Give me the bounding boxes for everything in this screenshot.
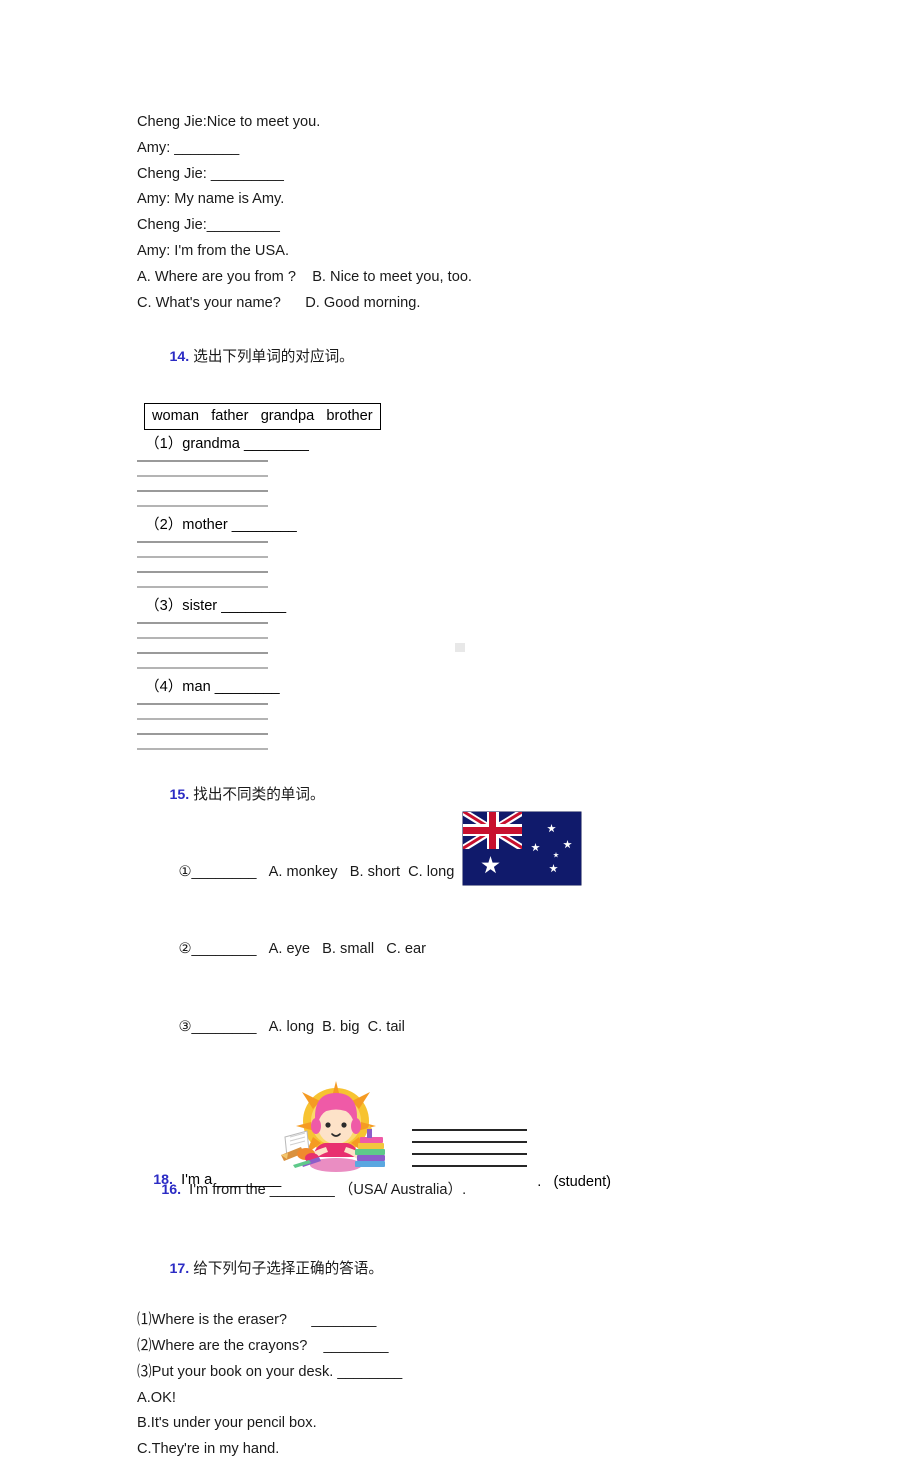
question-14-number: 14. (169, 349, 190, 366)
item-blank: ________ (191, 1018, 257, 1035)
southern-cross-star-gamma (563, 840, 572, 849)
question-17-item: ⑶Put your book on your desk. ________ (137, 1363, 403, 1380)
question-14-prompt: 选出下列单词的对应词。 (193, 348, 354, 366)
question-17-prompt: 给下列句子选择正确的答语。 (193, 1259, 383, 1277)
answer-rule (137, 747, 268, 750)
question-14-item-label: （4）man ________ (145, 678, 280, 695)
question-15-item: ③________ A. long B. big C. tail (137, 989, 857, 1066)
answer-rule (137, 732, 268, 735)
question-15: 15. 找出不同类的单词。 ①________ A. monkey B. sho… (137, 756, 857, 1067)
answer-rule (137, 540, 268, 543)
question-17-heading: 17. 给下列句子选择正确的答语。 (137, 1230, 857, 1308)
question-15-prompt: 找出不同类的单词。 (193, 785, 325, 803)
question-17-answer: B.It's under your pencil box. (137, 1415, 317, 1432)
item-options: A. long B. big C. tail (268, 1018, 405, 1035)
dialogue-line: Cheng Jie: _________ (137, 165, 284, 182)
answer-rule-group (137, 540, 268, 588)
answer-rule-group (137, 459, 268, 507)
southern-cross-star-epsilon (553, 852, 559, 858)
question-17: 17. 给下列句子选择正确的答语。 ⑴Where is the eraser? … (137, 1230, 857, 1463)
item-marker: ① (178, 863, 192, 880)
write-line (412, 1153, 527, 1155)
item-marker: ③ (178, 1018, 192, 1035)
answer-rule-group (137, 621, 268, 669)
question-14: 14. 选出下列单词的对应词。 woman father grandpa bro… (137, 318, 857, 750)
dialogue-line: Cheng Jie:Nice to meet you. (137, 114, 321, 130)
answer-rule-group (137, 702, 268, 750)
question-18: 18. I'm a ________ (137, 1156, 281, 1204)
answer-rule (137, 459, 268, 462)
dialogue-block: Cheng Jie:Nice to meet you. Amy: _______… (137, 110, 857, 316)
union-jack-canton (463, 812, 522, 849)
southern-cross-star-delta (531, 843, 540, 852)
answer-rule (137, 585, 268, 588)
dialogue-line: Amy: I'm from the USA. (137, 242, 289, 259)
cross-red-vertical (489, 812, 496, 849)
item-options: A. eye B. small C. ear (268, 941, 426, 958)
worksheet-page: Cheng Jie:Nice to meet you. Amy: _______… (0, 0, 920, 1457)
question-14-item: （2）mother ________ (137, 513, 857, 588)
write-line (412, 1165, 527, 1167)
question-18-write-lines (412, 1129, 527, 1167)
item-blank: ________ (191, 863, 257, 880)
question-14-item-label: （3）sister ________ (145, 597, 287, 614)
question-14-item: （4）man ________ (137, 675, 857, 750)
question-15-number: 15. (169, 786, 190, 803)
question-15-item: ②________ A. eye B. small C. ear (137, 912, 857, 989)
dialogue-line: Amy: My name is Amy. (137, 191, 285, 208)
dialogue-line: Cheng Jie:_________ (137, 217, 280, 234)
question-17-number: 17. (169, 1260, 190, 1277)
write-line (412, 1129, 527, 1131)
question-17-answer: A.OK! (137, 1389, 176, 1406)
australia-flag-image (463, 812, 581, 885)
item-marker: ② (178, 941, 192, 958)
worksheet-content: Cheng Jie:Nice to meet you. Amy: _______… (137, 110, 857, 1463)
question-14-item: （3）sister ________ (137, 594, 857, 669)
dialogue-line: Amy: ________ (137, 139, 240, 156)
answer-rule (137, 702, 268, 705)
item-blank: ________ (191, 941, 257, 958)
question-14-item-label: （1）grandma ________ (145, 435, 309, 452)
answer-rule (137, 555, 268, 558)
answer-rule (137, 717, 268, 720)
question-17-item: ⑴Where is the eraser? ________ (137, 1312, 377, 1329)
answer-rule (137, 636, 268, 639)
question-17-item: ⑵Where are the crayons? ________ (137, 1337, 389, 1354)
answer-rule (137, 621, 268, 624)
answer-rule (137, 651, 268, 654)
answer-rule (137, 666, 268, 669)
question-14-heading: 14. 选出下列单词的对应词。 (137, 318, 857, 396)
southern-cross-star-alpha (549, 864, 558, 873)
dialogue-option-row: A. Where are you from ? B. Nice to meet … (137, 268, 472, 285)
question-18-text: I'm a ________ (181, 1172, 282, 1188)
dialogue-option-row: C. What's your name? D. Good morning. (137, 294, 421, 311)
southern-cross-star-beta (547, 824, 556, 833)
question-14-item-label: （2）mother ________ (145, 516, 297, 533)
question-18-number: 18. (153, 1172, 173, 1188)
write-line (412, 1141, 527, 1143)
answer-rule (137, 570, 268, 573)
question-17-answer: C.They're in my hand. (137, 1441, 280, 1458)
answer-rule (137, 474, 268, 477)
question-14-item: （1）grandma ________ (137, 432, 857, 507)
commonwealth-star (481, 856, 500, 874)
question-18-hint: (student) (553, 1174, 612, 1190)
answer-rule (137, 489, 268, 492)
question-18-tail: . (student) (521, 1158, 611, 1206)
girl-student-illustration (279, 1079, 392, 1177)
item-options: A. monkey B. short C. long (268, 863, 455, 880)
answer-rule (137, 504, 268, 507)
question-14-wordbank: woman father grandpa brother (144, 402, 381, 430)
